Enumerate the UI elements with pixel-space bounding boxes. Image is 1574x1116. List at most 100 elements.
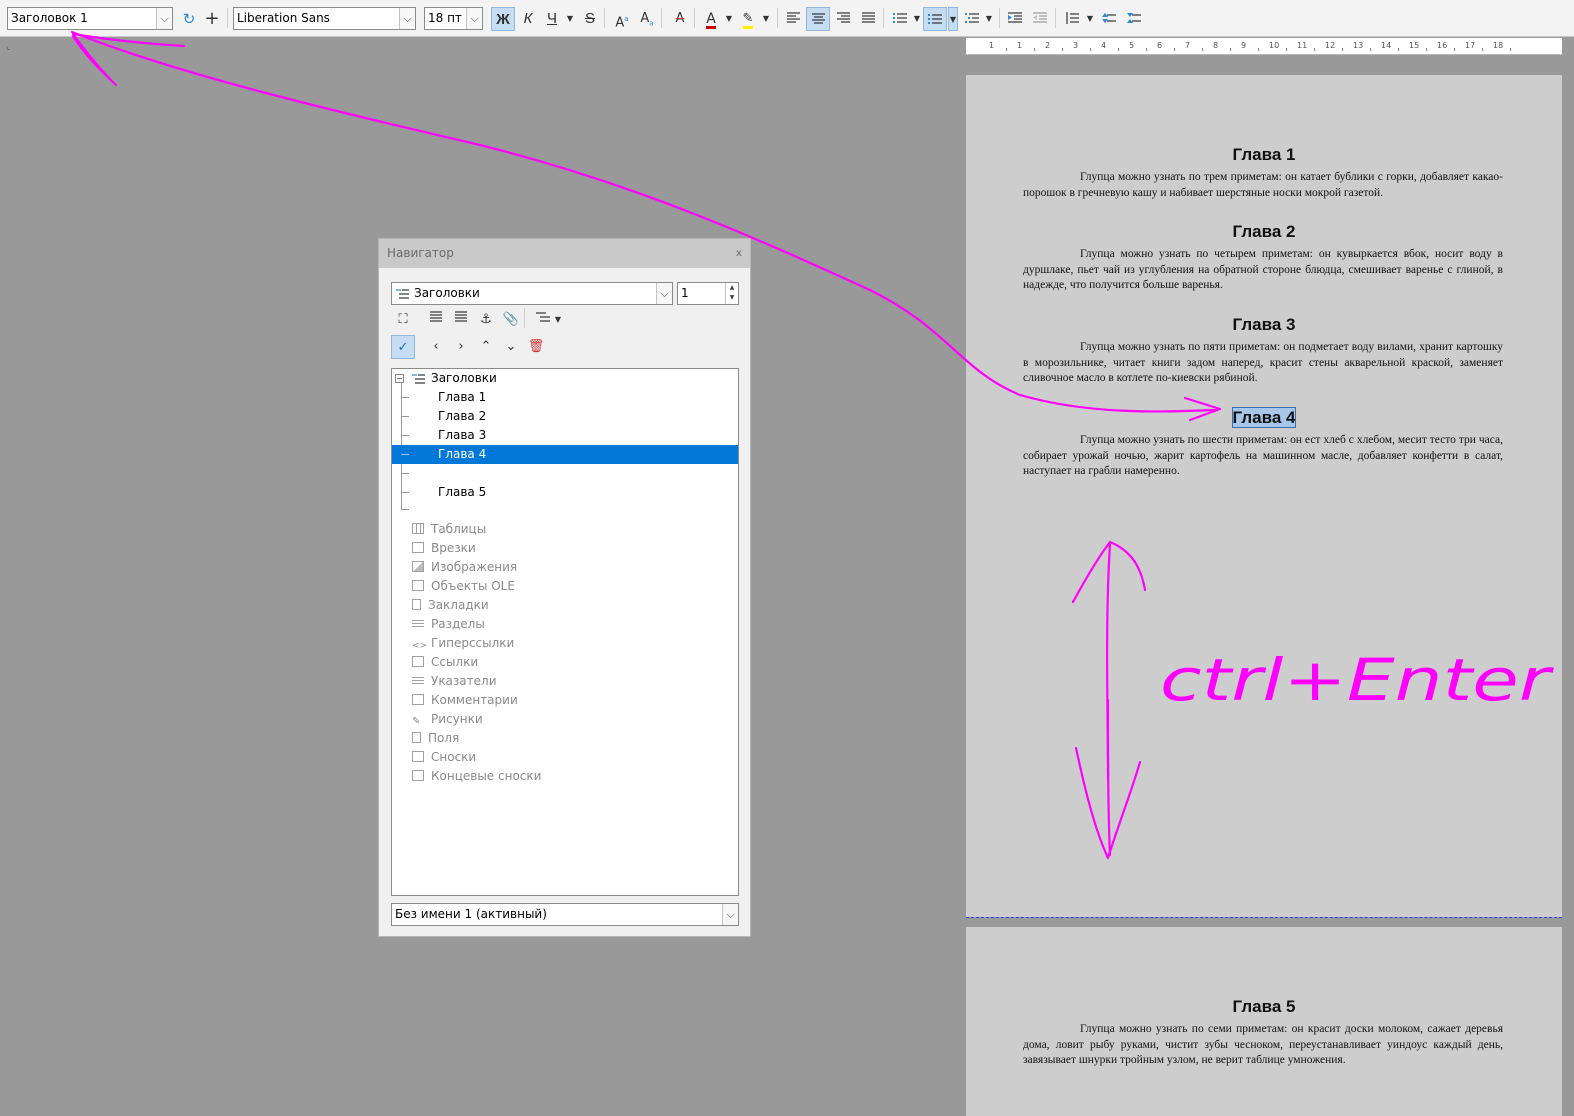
- chapter-heading[interactable]: Глава 2: [966, 222, 1562, 242]
- decrease-indent-icon[interactable]: [1028, 7, 1052, 31]
- chapter-heading[interactable]: Глава 5: [966, 997, 1562, 1017]
- chevron-down-icon[interactable]: ▼: [761, 7, 771, 31]
- chapter-paragraph[interactable]: Глупца можно узнать по пяти приметам: он…: [1023, 340, 1503, 387]
- update-style-icon[interactable]: ↻: [177, 7, 201, 31]
- italic-button[interactable]: К: [516, 7, 540, 31]
- align-right-icon[interactable]: [831, 7, 855, 31]
- category-tables[interactable]: Таблицы: [412, 520, 486, 539]
- chapter-heading-selected[interactable]: Глава 4: [966, 407, 1562, 428]
- chevron-down-icon[interactable]: ⌵: [656, 283, 672, 304]
- category-endnotes[interactable]: Концевые сноски: [412, 767, 541, 786]
- toolbar-separator: [694, 8, 695, 28]
- tree-connector: [401, 509, 409, 510]
- chevron-down-icon[interactable]: ▼: [912, 7, 922, 31]
- font-name-combo[interactable]: Liberation Sans ⌵: [233, 7, 416, 30]
- category-indexes[interactable]: Указатели: [412, 672, 497, 691]
- bullet-list-icon[interactable]: [888, 7, 912, 31]
- tree-empty-item[interactable]: [392, 464, 738, 483]
- chevron-down-icon[interactable]: ⌵: [466, 8, 482, 29]
- horizontal-ruler[interactable]: 1 1 2 3 4 5 6 7 8 9 10 11 12 13 14 15 16 17 18: [966, 38, 1562, 55]
- chevron-up-icon[interactable]: ⌃: [474, 335, 498, 359]
- chapter-heading[interactable]: Глава 3: [966, 315, 1562, 335]
- ruler-tick-label: 14: [1381, 41, 1392, 50]
- highlight-icon[interactable]: ✎: [736, 7, 760, 31]
- ruler-tick-mark: [1510, 48, 1511, 51]
- new-style-icon[interactable]: +: [200, 7, 224, 31]
- increase-indent-icon[interactable]: [1003, 7, 1027, 31]
- category-hyperlinks[interactable]: <> Гиперссылки: [412, 634, 514, 653]
- chapter-heading[interactable]: Глава 1: [966, 145, 1562, 165]
- close-icon[interactable]: x: [732, 247, 746, 261]
- collapse-icon[interactable]: −: [395, 374, 404, 383]
- category-sections[interactable]: Разделы: [412, 615, 485, 634]
- navigator-title[interactable]: Навигатор: [379, 239, 750, 268]
- spinner-arrows-icon[interactable]: ▲ ▼: [725, 283, 738, 304]
- category-images[interactable]: Изображения: [412, 558, 517, 577]
- tree-heading-item[interactable]: Глава 3: [392, 426, 738, 445]
- chevron-down-icon[interactable]: ⌵: [156, 8, 172, 29]
- paragraph-spacing-down-icon[interactable]: [1122, 7, 1146, 31]
- underline-label: Ч: [547, 10, 557, 27]
- demote-chapter-icon[interactable]: [449, 308, 473, 332]
- chevron-down-icon[interactable]: ⌄: [499, 335, 523, 359]
- tree-root-headings[interactable]: − Заголовки: [392, 369, 738, 388]
- clear-format-button[interactable]: A: [668, 7, 692, 31]
- align-center-icon[interactable]: [806, 7, 830, 31]
- chevron-right-icon[interactable]: ›: [449, 335, 473, 359]
- tree-heading-item[interactable]: Глава 5: [392, 483, 738, 502]
- tree-heading-item[interactable]: Глава 2: [392, 407, 738, 426]
- category-ole-objects[interactable]: Объекты OLE: [412, 577, 515, 596]
- category-references[interactable]: Ссылки: [412, 653, 478, 672]
- chevron-down-icon[interactable]: ▼: [551, 308, 565, 332]
- chevron-down-icon[interactable]: ▼: [724, 7, 734, 31]
- navigator-category-select[interactable]: Заголовки ⌵: [391, 282, 673, 305]
- document-page-1[interactable]: Глава 1 Глупца можно узнать по трем прим…: [966, 75, 1562, 917]
- paragraph-spacing-up-icon[interactable]: [1097, 7, 1121, 31]
- numbered-list-icon[interactable]: [923, 7, 947, 31]
- align-left-icon[interactable]: [781, 7, 805, 31]
- chevron-down-icon[interactable]: ⌵: [722, 904, 738, 925]
- line-spacing-icon[interactable]: [1060, 7, 1084, 31]
- content-navigation-view-icon[interactable]: ⛶: [391, 308, 415, 332]
- chevron-down-icon[interactable]: ⌵: [399, 8, 415, 29]
- chapter-paragraph[interactable]: Глупца можно узнать по семи приметам: он…: [1023, 1022, 1503, 1069]
- delete-icon[interactable]: 🗑: [524, 335, 548, 359]
- category-comments[interactable]: Комментарии: [412, 691, 518, 710]
- superscript-button[interactable]: Aa: [610, 7, 634, 31]
- underline-button[interactable]: Ч: [540, 7, 564, 31]
- paragraph-style-combo[interactable]: Заголовок 1 ⌵: [7, 7, 173, 30]
- check-icon[interactable]: ✓: [391, 335, 415, 359]
- justify-icon[interactable]: [856, 7, 880, 31]
- category-frames[interactable]: Врезки: [412, 539, 476, 558]
- document-page-2[interactable]: Глава 5 Глупца можно узнать по семи прим…: [966, 927, 1562, 1116]
- tree-heading-item-selected[interactable]: Глава 4: [392, 445, 738, 464]
- tree-heading-item[interactable]: Глава 1: [392, 388, 738, 407]
- strike-label: S: [584, 10, 595, 27]
- anchor-icon[interactable]: ⚓: [474, 308, 498, 332]
- strikethrough-button[interactable]: S: [578, 7, 602, 31]
- chapter-paragraph[interactable]: Глупца можно узнать по трем приметам: он…: [1023, 170, 1503, 201]
- category-bookmarks[interactable]: Закладки: [412, 596, 489, 615]
- category-fields[interactable]: Поля: [412, 729, 459, 748]
- paperclip-icon[interactable]: 📎: [499, 308, 523, 332]
- chapter-paragraph[interactable]: Глупца можно узнать по четырем приметам:…: [1023, 247, 1503, 294]
- selected-heading-text[interactable]: Глава 4: [1231, 407, 1297, 428]
- toolbar-separator: [227, 8, 228, 28]
- chevron-down-icon[interactable]: ▼: [1085, 7, 1095, 31]
- promote-chapter-icon[interactable]: [424, 308, 448, 332]
- subscript-button[interactable]: Aa: [635, 7, 659, 31]
- navigator-document-select[interactable]: Без имени 1 (активный) ⌵: [391, 903, 739, 926]
- bold-button[interactable]: Ж: [491, 7, 515, 31]
- chevron-down-icon[interactable]: ▼: [565, 7, 575, 31]
- category-footnotes[interactable]: Сноски: [412, 748, 476, 767]
- navigator-tree[interactable]: − Заголовки Глава 1 Глава 2 Глава 3 Глав…: [391, 368, 739, 896]
- outline-list-icon[interactable]: [960, 7, 984, 31]
- chevron-down-icon[interactable]: ▼: [984, 7, 994, 31]
- chapter-paragraph[interactable]: Глупца можно узнать по шести приметам: о…: [1023, 433, 1503, 480]
- chevron-down-icon[interactable]: ▼: [948, 7, 958, 31]
- font-size-combo[interactable]: 18 пт ⌵: [424, 7, 483, 30]
- font-color-button[interactable]: A: [699, 7, 723, 31]
- heading-level-spinner[interactable]: 1 ▲ ▼: [677, 282, 739, 305]
- chevron-left-icon[interactable]: ‹: [424, 335, 448, 359]
- category-drawings[interactable]: ✎ Рисунки: [412, 710, 483, 729]
